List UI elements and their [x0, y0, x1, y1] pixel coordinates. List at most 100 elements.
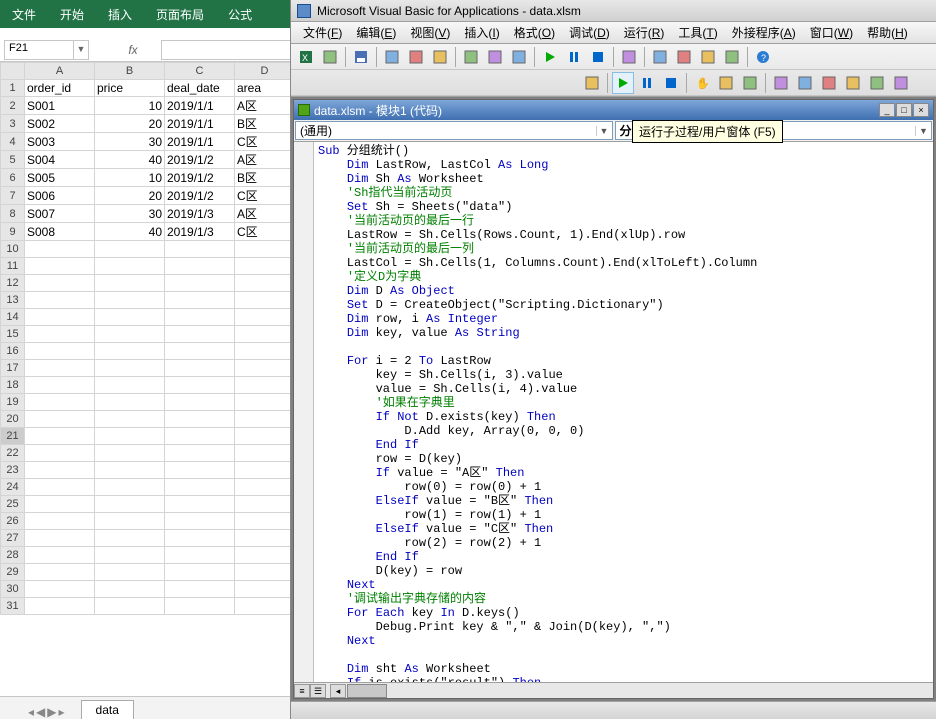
row-header[interactable]: 14	[1, 309, 25, 326]
cell[interactable]	[165, 394, 235, 411]
cell[interactable]: 2019/1/1	[165, 115, 235, 133]
ribbon-tab-插入[interactable]: 插入	[96, 0, 144, 28]
cell[interactable]	[25, 428, 95, 445]
menu-编辑[interactable]: 编辑(E)	[350, 22, 402, 43]
row-header[interactable]: 20	[1, 411, 25, 428]
grid-icon[interactable]	[866, 72, 888, 94]
cell[interactable]: A区	[235, 97, 291, 115]
cell[interactable]: A区	[235, 205, 291, 223]
cell[interactable]	[95, 377, 165, 394]
cell[interactable]	[165, 513, 235, 530]
cell[interactable]	[95, 428, 165, 445]
cell[interactable]	[95, 411, 165, 428]
sheet-nav-button[interactable]: ▸	[59, 705, 65, 719]
cell[interactable]	[235, 292, 291, 309]
name-box[interactable]: F21	[4, 40, 74, 60]
cell[interactable]: C区	[235, 187, 291, 205]
cell[interactable]	[25, 377, 95, 394]
cell[interactable]	[25, 411, 95, 428]
cell[interactable]	[95, 343, 165, 360]
reset-icon[interactable]	[587, 46, 609, 68]
run-icon[interactable]	[539, 46, 561, 68]
menu-视图[interactable]: 视图(V)	[404, 22, 456, 43]
row-header[interactable]: 27	[1, 530, 25, 547]
row-header[interactable]: 11	[1, 258, 25, 275]
cell[interactable]	[235, 479, 291, 496]
cell[interactable]: 20	[95, 187, 165, 205]
menu-工具[interactable]: 工具(T)	[672, 22, 723, 43]
row-header[interactable]: 30	[1, 581, 25, 598]
cascade-icon[interactable]	[818, 72, 840, 94]
row-header[interactable]: 4	[1, 133, 25, 151]
cell[interactable]: 2019/1/1	[165, 97, 235, 115]
object-dropdown[interactable]: (通用)▼	[295, 121, 613, 140]
row-header[interactable]: 23	[1, 462, 25, 479]
cell[interactable]	[25, 241, 95, 258]
row-header[interactable]: 16	[1, 343, 25, 360]
horizontal-scrollbar[interactable]: ≡ ☰ ◂	[294, 682, 933, 698]
cell[interactable]	[165, 241, 235, 258]
cell[interactable]: 2019/1/3	[165, 205, 235, 223]
design-icon[interactable]	[618, 46, 640, 68]
cell[interactable]: S006	[25, 187, 95, 205]
cell[interactable]	[165, 428, 235, 445]
cell[interactable]: C区	[235, 133, 291, 151]
cell[interactable]	[25, 598, 95, 615]
cell[interactable]	[165, 292, 235, 309]
cell[interactable]	[165, 258, 235, 275]
row-header[interactable]: 24	[1, 479, 25, 496]
cell[interactable]	[25, 445, 95, 462]
row-header[interactable]: 25	[1, 496, 25, 513]
row-header[interactable]: 9	[1, 223, 25, 241]
scroll-thumb[interactable]	[347, 684, 387, 698]
cell[interactable]	[235, 496, 291, 513]
cell[interactable]	[95, 581, 165, 598]
ribbon-tab-页面布局[interactable]: 页面布局	[144, 0, 216, 28]
format-icon[interactable]	[460, 46, 482, 68]
cell[interactable]	[235, 343, 291, 360]
sheet-nav-button[interactable]: ◀	[36, 705, 45, 719]
fx-button[interactable]: fx	[123, 43, 143, 57]
window2-icon[interactable]	[739, 72, 761, 94]
cell[interactable]	[235, 428, 291, 445]
cell[interactable]: price	[95, 80, 165, 97]
cell[interactable]	[165, 309, 235, 326]
cell[interactable]	[165, 598, 235, 615]
cell[interactable]	[25, 292, 95, 309]
row-header[interactable]: 28	[1, 547, 25, 564]
sheet-tab-data[interactable]: data	[81, 700, 134, 719]
sheet-nav-button[interactable]: ▶	[47, 705, 56, 719]
zoom-icon[interactable]	[890, 72, 912, 94]
spreadsheet-grid[interactable]: ABCD 1order_idpricedeal_datearea2S001102…	[0, 62, 290, 615]
cell[interactable]	[25, 326, 95, 343]
cell[interactable]	[25, 394, 95, 411]
cell[interactable]: S002	[25, 115, 95, 133]
cell[interactable]: 30	[95, 205, 165, 223]
cell[interactable]	[25, 530, 95, 547]
cell[interactable]	[235, 377, 291, 394]
cell[interactable]	[235, 258, 291, 275]
redo-icon[interactable]	[508, 46, 530, 68]
cell[interactable]	[235, 394, 291, 411]
col-header-D[interactable]: D	[235, 63, 291, 80]
close-button[interactable]: ×	[913, 103, 929, 117]
excel-icon[interactable]: X	[295, 46, 317, 68]
col-header-B[interactable]: B	[95, 63, 165, 80]
cell[interactable]	[25, 343, 95, 360]
cell[interactable]	[165, 377, 235, 394]
menu-帮助[interactable]: 帮助(H)	[861, 22, 914, 43]
cell[interactable]: B区	[235, 115, 291, 133]
ribbon-tab-文件[interactable]: 文件	[0, 0, 48, 28]
cell[interactable]	[235, 598, 291, 615]
name-box-dropdown[interactable]: ▼	[73, 40, 89, 60]
full-view-icon[interactable]: ☰	[310, 684, 326, 698]
cell[interactable]: 10	[95, 169, 165, 187]
cell[interactable]	[235, 275, 291, 292]
cell[interactable]	[235, 513, 291, 530]
cell[interactable]	[95, 394, 165, 411]
row-header[interactable]: 22	[1, 445, 25, 462]
cell[interactable]	[95, 326, 165, 343]
cell[interactable]: area	[235, 80, 291, 97]
row-header[interactable]: 10	[1, 241, 25, 258]
row-header[interactable]: 2	[1, 97, 25, 115]
